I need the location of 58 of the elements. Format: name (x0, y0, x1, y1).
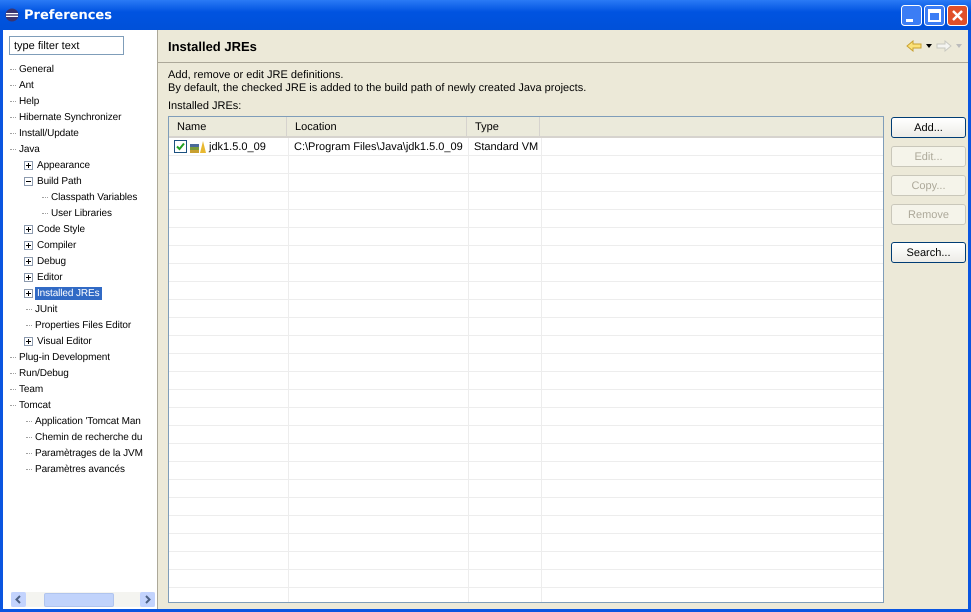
page-title: Installed JREs (168, 38, 257, 54)
column-header[interactable]: Type (467, 117, 540, 136)
expand-icon[interactable] (24, 240, 33, 250)
tree-item[interactable]: Properties Files Editor (33, 318, 134, 332)
minimize-icon[interactable] (901, 4, 922, 26)
tree-item[interactable]: Debug (35, 254, 68, 268)
tree-item[interactable]: Appearance (35, 158, 92, 172)
tree-item[interactable]: Help (17, 94, 42, 108)
column-header[interactable]: Name (169, 117, 287, 136)
filter-field[interactable]: type filter text (9, 36, 124, 55)
description-text: Add, remove or edit JRE definitions. (168, 69, 344, 82)
scroll-right-icon[interactable] (140, 592, 155, 607)
description-text: By default, the checked JRE is added to the build path of newly created Java projects. (168, 82, 586, 95)
expand-icon[interactable] (24, 288, 33, 298)
table-cell: jdk1.5.0_09 (209, 140, 266, 152)
expand-icon[interactable] (24, 272, 33, 282)
tree-item[interactable]: Compiler (35, 238, 78, 252)
tree-item[interactable]: JUnit (33, 302, 60, 316)
expand-icon[interactable] (24, 160, 33, 170)
scrollbar-thumb[interactable] (44, 592, 114, 606)
column-header[interactable]: Location (287, 117, 467, 136)
collapse-icon[interactable] (24, 176, 33, 186)
expand-icon[interactable] (24, 224, 33, 234)
tree-item[interactable]: Code Style (35, 222, 87, 236)
tree-item[interactable]: Build Path (35, 174, 84, 188)
expand-icon[interactable] (24, 336, 33, 346)
close-icon[interactable] (947, 4, 968, 26)
tree-item[interactable]: Editor (35, 270, 65, 284)
dropdown-icon[interactable] (926, 44, 932, 48)
tree-item[interactable]: Tomcat (17, 398, 53, 412)
tree-item[interactable]: Paramètrages de la JVM (33, 446, 145, 460)
action-button[interactable]: Add... (891, 117, 966, 138)
action-button[interactable]: Search... (891, 242, 966, 263)
tree-item[interactable]: General (17, 62, 56, 76)
tree-item[interactable]: Run/Debug (17, 366, 71, 380)
table-label: Installed JREs: (168, 100, 242, 112)
tree-item[interactable]: User Libraries (49, 206, 114, 220)
tree-item[interactable]: Visual Editor (35, 334, 94, 348)
tree-item[interactable]: Java (17, 142, 42, 156)
tree-item[interactable]: Installed JREs (35, 286, 102, 300)
table-cell: Standard VM (469, 138, 542, 155)
tree-item[interactable]: Plug-in Development (17, 350, 112, 364)
tree-item[interactable]: Team (17, 382, 46, 396)
expand-icon[interactable] (24, 256, 33, 266)
tree-item[interactable]: Application 'Tomcat Man (33, 414, 143, 428)
tree-item[interactable]: Classpath Variables (49, 190, 140, 204)
eclipse-icon (5, 8, 19, 22)
tree-item[interactable]: Ant (17, 78, 36, 92)
window-title: Preferences (24, 8, 112, 22)
tree-item[interactable]: Chemin de recherche du (33, 430, 144, 444)
tree-item[interactable]: Install/Update (17, 126, 81, 140)
scroll-left-icon[interactable] (11, 592, 26, 607)
tree-item[interactable]: Paramètres avancés (33, 462, 127, 476)
maximize-icon[interactable] (924, 4, 945, 26)
checkbox[interactable] (174, 140, 187, 153)
tree-item[interactable]: Hibernate Synchronizer (17, 110, 124, 124)
table-cell: C:\Program Files\Java\jdk1.5.0_09 (289, 138, 469, 155)
library-icon (190, 140, 206, 154)
